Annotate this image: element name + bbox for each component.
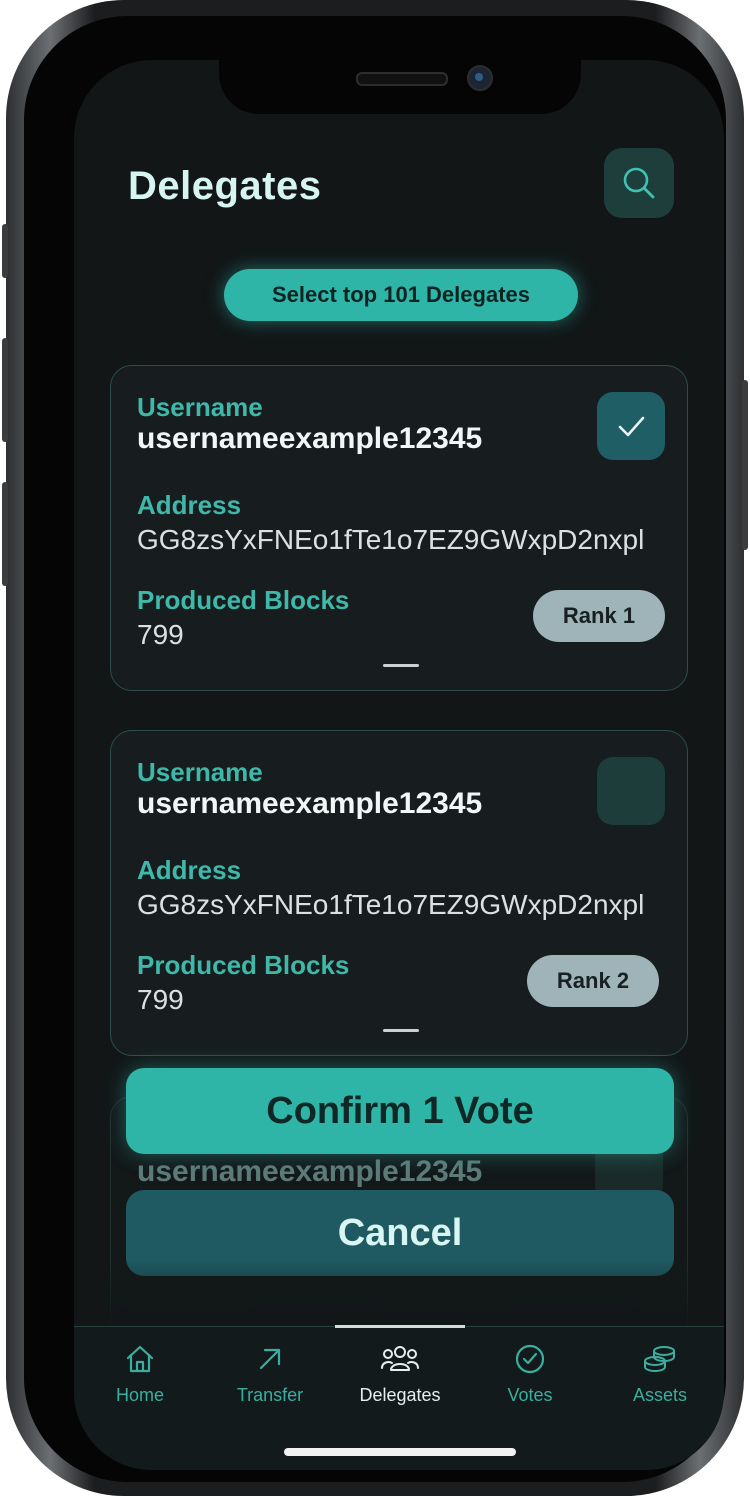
check-circle-icon bbox=[515, 1344, 545, 1374]
confirm-vote-button[interactable]: Confirm 1 Vote bbox=[126, 1068, 674, 1154]
page-title: Delegates bbox=[128, 164, 322, 208]
coins-icon bbox=[644, 1346, 675, 1373]
delegate-card[interactable]: Username usernameexample12345 Address GG… bbox=[110, 365, 688, 691]
delegate-checkbox[interactable] bbox=[597, 757, 665, 825]
username-value: usernameexample12345 bbox=[137, 422, 483, 455]
username-value: usernameexample12345 bbox=[137, 1155, 483, 1188]
speaker bbox=[356, 72, 448, 86]
address-label: Address bbox=[137, 490, 242, 520]
active-tab-indicator bbox=[335, 1325, 465, 1328]
checkmark-icon bbox=[618, 416, 645, 437]
tab-assets[interactable]: Assets bbox=[595, 1339, 724, 1406]
phone-frame: Delegates Select top 101 Delegates Usern… bbox=[2, 0, 748, 1496]
tab-transfer[interactable]: Transfer bbox=[205, 1339, 335, 1406]
card-divider bbox=[383, 1029, 419, 1032]
power-button bbox=[742, 380, 748, 550]
arrow-up-right-icon bbox=[259, 1348, 281, 1370]
tab-label: Home bbox=[115, 1385, 164, 1405]
tab-label: Transfer bbox=[236, 1385, 304, 1405]
search-icon bbox=[623, 167, 655, 199]
bottom-fade bbox=[74, 1260, 724, 1330]
tab-label: Assets bbox=[632, 1385, 688, 1405]
tab-votes[interactable]: Votes bbox=[465, 1339, 595, 1406]
search-button[interactable] bbox=[604, 148, 674, 218]
username-label: Username bbox=[137, 392, 263, 422]
bezel: Delegates Select top 101 Delegates Usern… bbox=[24, 16, 726, 1482]
tab-label: Delegates bbox=[359, 1385, 441, 1405]
mute-switch bbox=[2, 224, 8, 278]
front-camera bbox=[467, 65, 493, 91]
tab-home[interactable]: Home bbox=[75, 1339, 205, 1406]
address-value: GG8zsYxFNEo1fTe1o7EZ9GWxpD2nxpl bbox=[137, 524, 645, 555]
delegate-card[interactable]: Username usernameexample12345 Address GG… bbox=[110, 730, 688, 1056]
home-icon bbox=[126, 1345, 154, 1373]
address-label: Address bbox=[137, 855, 242, 885]
card-divider bbox=[383, 664, 419, 667]
tab-delegates[interactable]: Delegates bbox=[335, 1339, 465, 1406]
rank-badge: Rank 1 bbox=[533, 590, 665, 642]
screen: Delegates Select top 101 Delegates Usern… bbox=[74, 60, 724, 1470]
rank-badge: Rank 2 bbox=[527, 955, 659, 1007]
volume-up-button bbox=[2, 338, 8, 442]
select-top-delegates-button[interactable]: Select top 101 Delegates bbox=[224, 269, 578, 321]
produced-blocks-value: 799 bbox=[137, 984, 184, 1015]
home-indicator[interactable] bbox=[284, 1448, 516, 1456]
users-icon bbox=[381, 1346, 419, 1371]
notch bbox=[219, 60, 581, 114]
tab-label: Votes bbox=[507, 1385, 553, 1405]
delegate-checkbox[interactable] bbox=[597, 392, 665, 460]
produced-blocks-label: Produced Blocks bbox=[137, 950, 350, 980]
address-value: GG8zsYxFNEo1fTe1o7EZ9GWxpD2nxpl bbox=[137, 889, 645, 920]
volume-down-button bbox=[2, 482, 8, 586]
produced-blocks-label: Produced Blocks bbox=[137, 585, 350, 615]
produced-blocks-value: 799 bbox=[137, 619, 184, 650]
username-value: usernameexample12345 bbox=[137, 787, 483, 820]
username-label: Username bbox=[137, 757, 263, 787]
